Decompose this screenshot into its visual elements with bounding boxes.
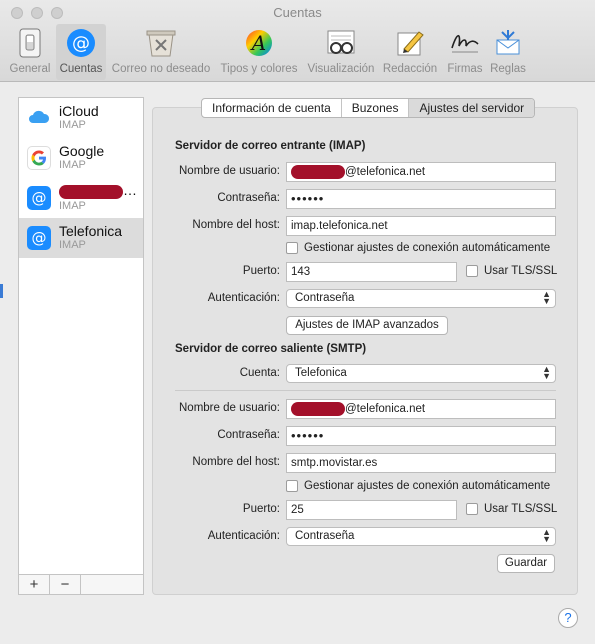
incoming-password-label: Contraseña: bbox=[217, 192, 280, 204]
window-title: Cuentas bbox=[273, 5, 322, 20]
toolbar-compose[interactable]: Redacción bbox=[380, 24, 440, 80]
incoming-auto-manage-checkbox[interactable]: Gestionar ajustes de conexión automática… bbox=[286, 242, 550, 254]
remove-account-button[interactable]: − bbox=[50, 575, 81, 594]
outgoing-auth-select[interactable]: Contraseña ▲ ▼ bbox=[286, 527, 556, 546]
font-icon: A bbox=[243, 27, 275, 59]
checkbox-box[interactable] bbox=[286, 242, 298, 254]
pencil-icon bbox=[394, 27, 426, 59]
at-icon: @ bbox=[65, 27, 97, 59]
switch-icon bbox=[14, 27, 46, 59]
outgoing-host-label: Nombre del host: bbox=[192, 456, 280, 468]
outgoing-port-label: Puerto: bbox=[242, 503, 280, 515]
toolbar-general[interactable]: General bbox=[8, 24, 52, 80]
svg-text:A: A bbox=[250, 31, 266, 55]
chevron-updown-icon: ▲ ▼ bbox=[542, 289, 551, 306]
outgoing-section-title: Servidor de correo saliente (SMTP) bbox=[175, 343, 367, 355]
incoming-auth-select[interactable]: Contraseña ▲ ▼ bbox=[286, 289, 556, 308]
toolbar-junk[interactable]: Correo no deseado bbox=[110, 24, 212, 80]
outgoing-auth-label: Autenticación: bbox=[207, 530, 280, 542]
account-icloud[interactable]: iCloud IMAP bbox=[19, 98, 143, 138]
checkbox-box[interactable] bbox=[466, 265, 478, 277]
outgoing-account-select[interactable]: Telefonica ▲ ▼ bbox=[286, 364, 556, 383]
incoming-port-label: Puerto: bbox=[242, 265, 280, 277]
imap-advanced-button[interactable]: Ajustes de IMAP avanzados bbox=[286, 316, 448, 335]
incoming-host-field[interactable]: imap.telefonica.net bbox=[286, 216, 556, 236]
toolbar-fonts[interactable]: A Tipos y colores bbox=[216, 24, 302, 80]
window-toolbar: Cuentas General @ Cuentas Correo no dese… bbox=[0, 0, 595, 82]
outgoing-port-field[interactable]: 25 bbox=[286, 500, 457, 520]
help-button[interactable]: ? bbox=[558, 608, 578, 628]
incoming-port-field[interactable]: 143 bbox=[286, 262, 457, 282]
outgoing-username-label: Nombre de usuario: bbox=[179, 402, 280, 414]
redaction-mark bbox=[291, 401, 345, 416]
svg-text:@: @ bbox=[72, 33, 90, 54]
rules-icon bbox=[492, 27, 524, 59]
incoming-password-field[interactable]: •••••• bbox=[286, 189, 556, 209]
add-account-button[interactable]: + bbox=[19, 575, 50, 594]
account-list-controls: + − bbox=[19, 574, 143, 594]
toolbar-view[interactable]: Visualización bbox=[306, 24, 376, 80]
incoming-tls-checkbox[interactable]: Usar TLS/SSL bbox=[466, 265, 557, 277]
incoming-host-label: Nombre del host: bbox=[192, 219, 280, 231]
outgoing-host-field[interactable]: smtp.movistar.es bbox=[286, 453, 556, 473]
outgoing-auto-manage-checkbox[interactable]: Gestionar ajustes de conexión automática… bbox=[286, 480, 550, 492]
incoming-auth-label: Autenticación: bbox=[207, 292, 280, 304]
section-divider bbox=[175, 390, 556, 391]
toolbar-rules[interactable]: Reglas bbox=[488, 24, 528, 80]
tab-account-info[interactable]: Información de cuenta bbox=[202, 99, 342, 117]
outgoing-account-label: Cuenta: bbox=[239, 367, 280, 379]
outgoing-password-field[interactable]: •••••• bbox=[286, 426, 556, 446]
chevron-updown-icon: ▲ ▼ bbox=[542, 364, 551, 381]
signature-icon bbox=[449, 27, 481, 59]
cloud-icon bbox=[27, 106, 51, 130]
outgoing-tls-checkbox[interactable]: Usar TLS/SSL bbox=[466, 503, 557, 515]
outgoing-password-label: Contraseña: bbox=[217, 429, 280, 441]
incoming-username-label: Nombre de usuario: bbox=[179, 165, 280, 177]
incoming-section-title: Servidor de correo entrante (IMAP) bbox=[175, 140, 366, 152]
checkbox-box[interactable] bbox=[466, 503, 478, 515]
tab-server-settings[interactable]: Ajustes del servidor bbox=[409, 99, 535, 117]
redaction-mark bbox=[291, 164, 345, 179]
settings-tabs: Información de cuenta Buzones Ajustes de… bbox=[201, 98, 536, 118]
outgoing-username-field[interactable]: @telefonica.net bbox=[286, 399, 556, 419]
checkbox-box[interactable] bbox=[286, 480, 298, 492]
save-button[interactable]: Guardar bbox=[497, 554, 555, 573]
toolbar-cuentas[interactable]: @ Cuentas bbox=[56, 24, 106, 80]
glasses-icon bbox=[325, 27, 357, 59]
toolbar-signatures[interactable]: Firmas bbox=[444, 24, 486, 80]
tab-mailboxes[interactable]: Buzones bbox=[342, 99, 410, 117]
incoming-username-field[interactable]: @telefonica.net bbox=[286, 162, 556, 182]
chevron-updown-icon: ▲ ▼ bbox=[542, 527, 551, 544]
trash-bin-icon bbox=[145, 27, 177, 59]
